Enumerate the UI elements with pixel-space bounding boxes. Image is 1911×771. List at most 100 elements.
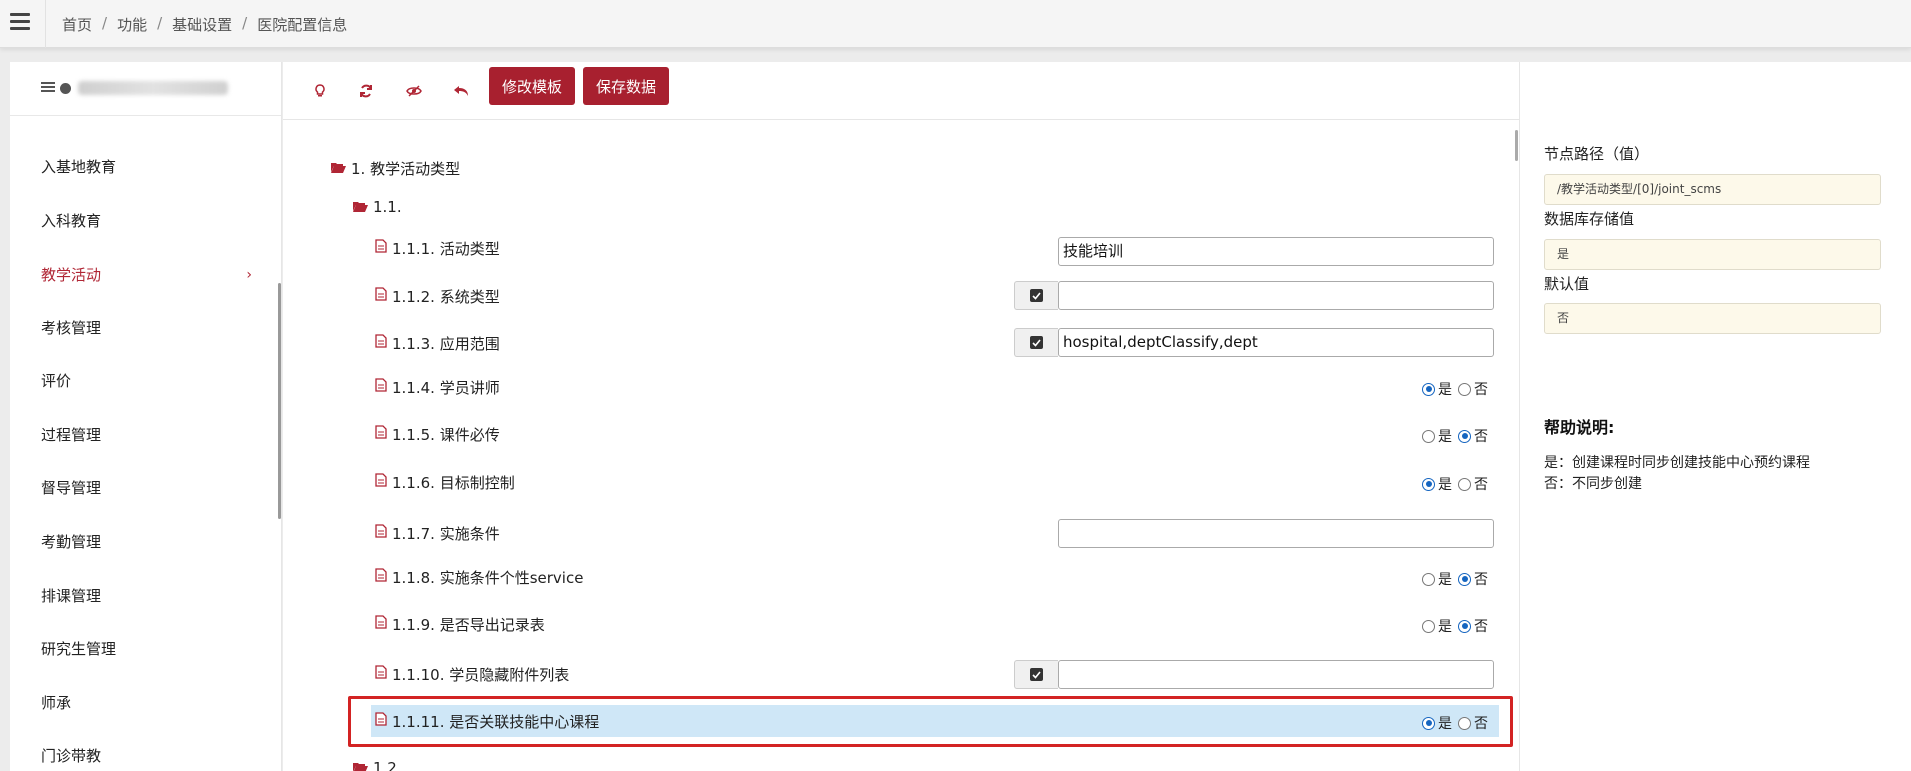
radio-no[interactable] <box>1458 429 1471 443</box>
tree-leaf-node[interactable]: 1.1.1. 活动类型 <box>375 236 500 260</box>
tree-leaf-label: 1.1.5. 课件必传 <box>392 425 500 444</box>
default-value-field[interactable]: 否 <box>1544 303 1881 334</box>
hide-attachment-checkbox[interactable] <box>1014 660 1058 689</box>
implementation-condition-input[interactable] <box>1058 519 1494 548</box>
activity-type-input[interactable]: 技能培训 <box>1058 237 1494 266</box>
system-type-input[interactable] <box>1058 281 1494 310</box>
sidebar-item-label: 教学活动 <box>41 266 102 284</box>
tree-root-node[interactable]: 1. 教学活动类型 <box>331 156 460 180</box>
tree-node-label: 1.1. <box>373 198 402 216</box>
sidebar-item-label: 考核管理 <box>41 319 102 337</box>
sidebar-item-label: 考勤管理 <box>41 533 102 551</box>
radio-yes-label: 是 <box>1438 572 1452 588</box>
sidebar-item-label: 师承 <box>41 694 72 712</box>
sidebar-item-scheduling[interactable]: 排课管理 <box>10 576 281 616</box>
annotation-outline <box>348 696 1513 747</box>
sidebar-item-attendance[interactable]: 考勤管理 <box>10 522 281 562</box>
eye-slash-icon[interactable] <box>401 78 427 104</box>
undo-icon[interactable] <box>448 78 474 104</box>
tree-leaf-node[interactable]: 1.1.10. 学员隐藏附件列表 <box>375 662 569 686</box>
sidebar-item-graduate[interactable]: 研究生管理 <box>10 629 281 669</box>
status-dot-icon <box>60 83 71 94</box>
tree-leaf-label: 1.1.10. 学员隐藏附件列表 <box>392 665 570 684</box>
radio-no[interactable] <box>1458 477 1471 491</box>
radio-yes-label: 是 <box>1438 382 1452 398</box>
sidebar-item-teaching-activity[interactable]: 教学活动 › <box>10 255 281 295</box>
help-line: 否：不同步创建 <box>1544 476 1642 492</box>
radio-yes[interactable] <box>1422 477 1435 491</box>
tree-scrollbar[interactable] <box>1515 130 1518 161</box>
bulb-icon[interactable] <box>307 78 333 104</box>
hide-attachment-input[interactable] <box>1058 660 1494 689</box>
sidebar-item-supervision[interactable]: 督导管理 <box>10 468 281 508</box>
breadcrumb-home[interactable]: 首页 <box>62 14 92 35</box>
sidebar-item-label: 过程管理 <box>41 426 102 444</box>
sidebar-item-mentorship[interactable]: 师承 <box>10 683 281 723</box>
toolbar: 修改模板 保存数据 <box>283 62 1519 120</box>
sidebar-item-evaluation[interactable]: 评价 <box>10 361 281 401</box>
radio-no-label: 否 <box>1474 382 1488 398</box>
tree-leaf-node[interactable]: 1.1.6. 目标制控制 <box>375 470 515 494</box>
target-control-radio-group: 是 否 <box>1419 474 1488 494</box>
node-path-field[interactable]: /教学活动类型/[0]/joint_scms <box>1544 174 1881 205</box>
sidebar-item-base-education[interactable]: 入基地教育 <box>10 147 281 187</box>
radio-no-label: 否 <box>1474 619 1488 635</box>
sidebar: 入基地教育 入科教育 教学活动 › 考核管理 评价 过程管理 督导管理 考勤管理 … <box>10 62 282 771</box>
folder-open-icon <box>353 759 368 771</box>
file-icon <box>375 239 387 257</box>
tree-leaf-label: 1.1.8. 实施条件个性service <box>392 568 584 587</box>
tree-leaf-node[interactable]: 1.1.5. 课件必传 <box>375 422 500 446</box>
tree-leaf-label: 1.1.4. 学员讲师 <box>392 378 500 397</box>
radio-yes[interactable] <box>1422 382 1435 396</box>
radio-no[interactable] <box>1458 382 1471 396</box>
sidebar-item-label: 门诊带教 <box>41 747 102 765</box>
refresh-icon[interactable] <box>353 78 379 104</box>
list-icon <box>41 82 55 94</box>
radio-no[interactable] <box>1458 619 1471 633</box>
tree-leaf-node[interactable]: 1.1.7. 实施条件 <box>375 521 500 545</box>
system-type-checkbox[interactable] <box>1014 281 1058 310</box>
sidebar-item-label: 入科教育 <box>41 212 102 230</box>
sidebar-item-assessment[interactable]: 考核管理 <box>10 308 281 348</box>
tree-group-node[interactable]: 1.1. <box>353 195 402 219</box>
save-data-button[interactable]: 保存数据 <box>583 67 670 105</box>
sidebar-scrollbar[interactable] <box>278 283 281 519</box>
db-value-field[interactable]: 是 <box>1544 239 1881 270</box>
courseware-required-radio-group: 是 否 <box>1419 426 1488 446</box>
breadcrumb: 首页 / 功能 / 基础设置 / 医院配置信息 <box>62 14 347 35</box>
tree-leaf-node[interactable]: 1.1.2. 系统类型 <box>375 284 500 308</box>
radio-no[interactable] <box>1458 572 1471 586</box>
detail-panel: 节点路径（值） /教学活动类型/[0]/joint_scms 数据库存储值 是 … <box>1519 62 1911 771</box>
scope-checkbox[interactable] <box>1014 328 1058 357</box>
sidebar-item-dept-education[interactable]: 入科教育 <box>10 201 281 241</box>
tree-leaf-node[interactable]: 1.1.9. 是否导出记录表 <box>375 612 545 636</box>
scope-input[interactable]: hospital,deptClassify,dept <box>1058 328 1494 357</box>
export-record-radio-group: 是 否 <box>1419 616 1488 636</box>
tree-leaf-node[interactable]: 1.1.3. 应用范围 <box>375 331 500 355</box>
edit-template-button[interactable]: 修改模板 <box>489 67 576 105</box>
breadcrumb-functions[interactable]: 功能 <box>117 14 147 35</box>
tree-leaf-node[interactable]: 1.1.8. 实施条件个性service <box>375 565 583 589</box>
breadcrumb-separator: / <box>242 14 248 32</box>
sidebar-item-process[interactable]: 过程管理 <box>10 415 281 455</box>
breadcrumb-basic-settings[interactable]: 基础设置 <box>172 14 232 35</box>
radio-yes[interactable] <box>1422 619 1435 633</box>
blurred-username <box>78 81 228 95</box>
file-icon <box>375 334 387 352</box>
menu-toggle-icon[interactable] <box>10 13 30 31</box>
tree-leaf-label: 1.1.6. 目标制控制 <box>392 473 515 492</box>
chevron-right-icon: › <box>246 267 252 283</box>
radio-yes-label: 是 <box>1438 619 1452 635</box>
tree-leaf-node[interactable]: 1.1.4. 学员讲师 <box>375 375 500 399</box>
radio-yes[interactable] <box>1422 572 1435 586</box>
radio-yes[interactable] <box>1422 429 1435 443</box>
tree-group-node[interactable]: 1.2. <box>353 756 402 771</box>
tree-node-label: 1.2. <box>373 759 402 771</box>
tree-leaf-label: 1.1.9. 是否导出记录表 <box>392 615 545 634</box>
sidebar-item-outpatient[interactable]: 门诊带教 <box>10 736 281 771</box>
radio-no-label: 否 <box>1474 477 1488 493</box>
divider <box>45 0 46 48</box>
help-line: 是：创建课程时同步创建技能中心预约课程 <box>1544 455 1810 471</box>
breadcrumb-separator: / <box>157 14 163 32</box>
tree-leaf-label: 1.1.3. 应用范围 <box>392 334 500 353</box>
